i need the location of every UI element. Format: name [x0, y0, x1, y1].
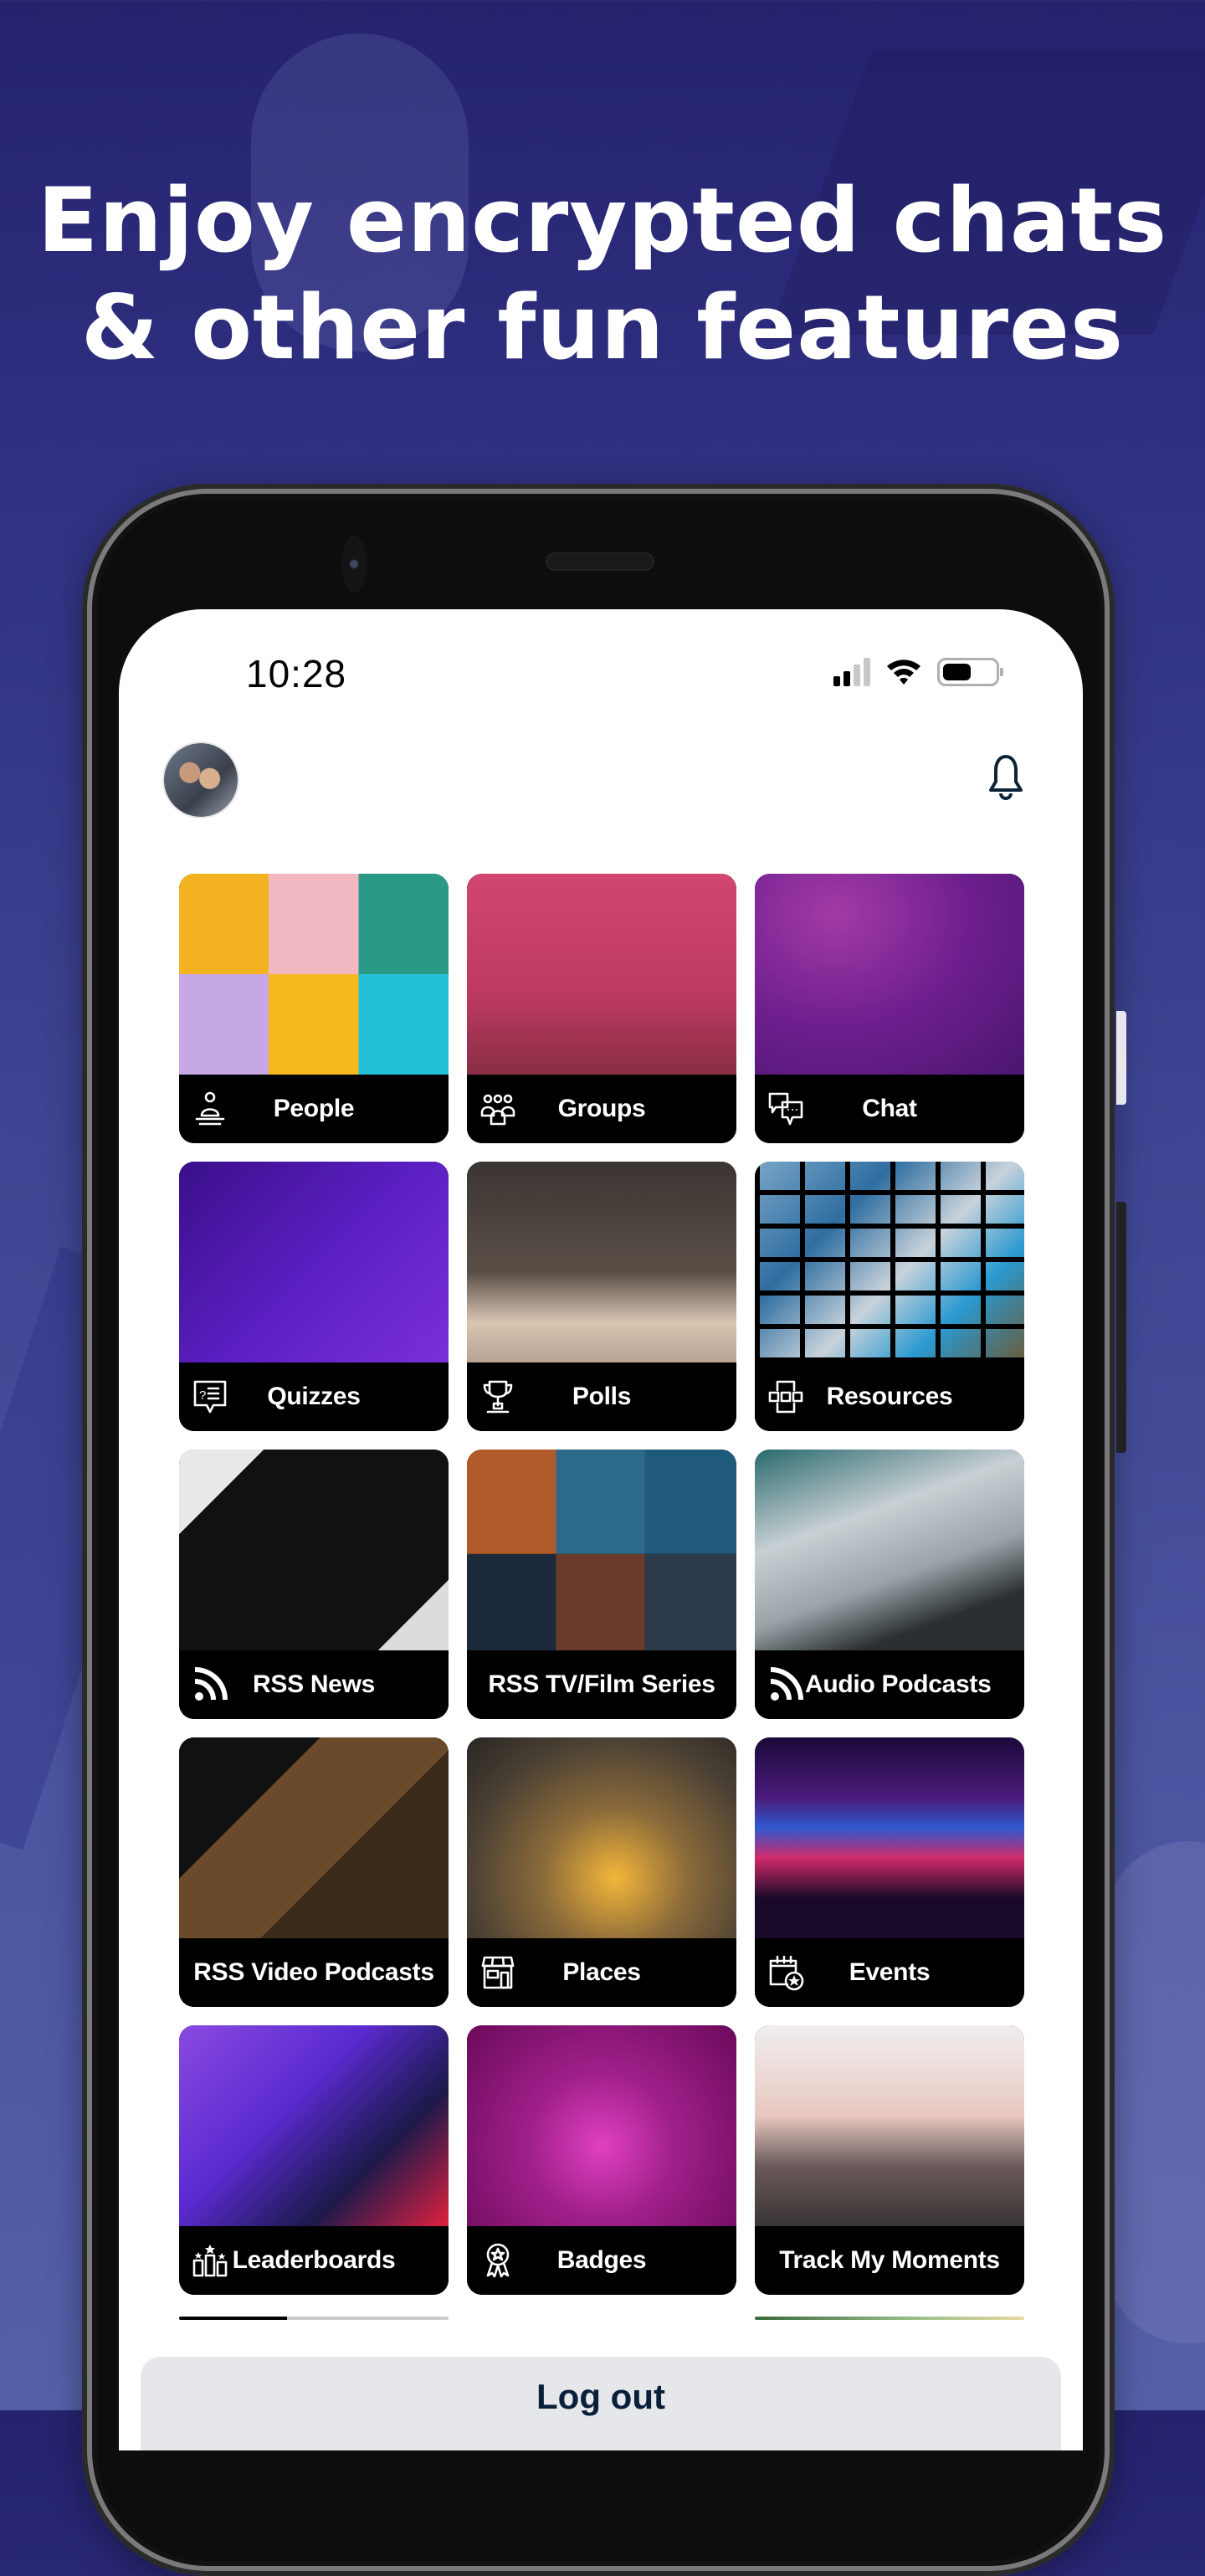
- resources-icon: [767, 1378, 805, 1416]
- tile-image: [467, 1162, 736, 1362]
- tile-label: Groups: [557, 1095, 646, 1122]
- tile-label-bar: RSS Video Podcasts: [179, 1938, 449, 2007]
- cellular-signal-icon: [833, 658, 870, 686]
- tile-label: Chat: [862, 1095, 917, 1122]
- tile-label: Polls: [572, 1383, 632, 1410]
- tile-chat[interactable]: Chat: [755, 874, 1024, 1143]
- tile-label: RSS News: [253, 1670, 375, 1698]
- badge-ribbon-icon: [479, 2241, 517, 2280]
- tile-label: Resources: [826, 1383, 953, 1410]
- battery-level: [943, 664, 971, 680]
- wifi-icon: [887, 659, 920, 685]
- tile-label-bar: People: [179, 1075, 449, 1143]
- tile-label-bar: Places: [467, 1938, 736, 2007]
- tile-rss-news[interactable]: RSS News: [179, 1450, 449, 1719]
- rss-icon: [767, 1665, 805, 1704]
- earpiece-speaker: [546, 552, 654, 571]
- tile-quizzes[interactable]: ? Quizzes: [179, 1162, 449, 1431]
- tile-label: Places: [562, 1958, 641, 1986]
- tile-label-bar: Chat: [755, 1075, 1024, 1143]
- person-podium-icon: [191, 1090, 229, 1128]
- tile-image: [755, 1737, 1024, 1938]
- group-icon: [479, 1090, 517, 1128]
- phone-side-button: [1116, 1202, 1126, 1453]
- tile-rss-tv-film-series[interactable]: RSS TV/Film Series: [467, 1450, 736, 1719]
- tile-label: Events: [849, 1958, 931, 1986]
- tile-label-bar: Badges: [467, 2226, 736, 2295]
- tile-leaderboards[interactable]: Leaderboards: [179, 2025, 449, 2295]
- tile-label-bar: RSS TV/Film Series: [467, 1650, 736, 1719]
- tile-image: [467, 2025, 736, 2226]
- phone-side-button: [1116, 1011, 1126, 1105]
- tile-image: [179, 1162, 449, 1362]
- rss-icon: [191, 1665, 229, 1704]
- feature-grid: People Groups Chat? Quizzes Polls Resources RS…: [179, 874, 1024, 2295]
- tile-rss-video-podcasts[interactable]: RSS Video Podcasts: [179, 1737, 449, 2007]
- user-avatar[interactable]: [164, 743, 238, 817]
- chat-bubbles-icon: [767, 1090, 805, 1128]
- trophy-icon: [479, 1378, 517, 1416]
- tile-label-bar: RSS News: [179, 1650, 449, 1719]
- tile-label: People: [273, 1095, 355, 1122]
- tile-image: [755, 1450, 1024, 1650]
- tile-label-bar: Events: [755, 1938, 1024, 2007]
- tile-label-bar: Resources: [755, 1362, 1024, 1431]
- headline-line-1: Enjoy encrypted chats: [37, 169, 1168, 272]
- tile-people[interactable]: People: [179, 874, 449, 1143]
- svg-text:?: ?: [199, 1388, 206, 1403]
- next-row-tile-edge: [755, 2317, 1024, 2320]
- tile-resources[interactable]: Resources: [755, 1162, 1024, 1431]
- tile-label-bar: Audio Podcasts: [755, 1650, 1024, 1719]
- tile-label: Quizzes: [267, 1383, 361, 1410]
- tile-image: [467, 874, 736, 1075]
- tile-audio-podcasts[interactable]: Audio Podcasts: [755, 1450, 1024, 1719]
- battery-icon: [937, 658, 1003, 686]
- quiz-bubble-icon: ?: [191, 1378, 229, 1416]
- storefront-icon: [479, 1953, 517, 1992]
- promo-headline: Enjoy encrypted chats & other fun featur…: [0, 167, 1205, 382]
- tile-image: [467, 1737, 736, 1938]
- status-time: 10:28: [246, 652, 347, 695]
- tile-image: [179, 1737, 449, 1938]
- next-row-tile-edge: [179, 2317, 449, 2320]
- tile-image: [179, 1450, 449, 1650]
- tile-label: Leaderboards: [232, 2246, 396, 2274]
- tile-label: RSS Video Podcasts: [193, 1958, 434, 1986]
- calendar-star-icon: [767, 1953, 805, 1992]
- tile-image: [755, 2025, 1024, 2226]
- tile-groups[interactable]: Groups: [467, 874, 736, 1143]
- status-icons: [833, 656, 1003, 686]
- tile-label-bar: Leaderboards: [179, 2226, 449, 2295]
- tile-image: [755, 1162, 1024, 1362]
- tile-polls[interactable]: Polls: [467, 1162, 736, 1431]
- tile-badges[interactable]: Badges: [467, 2025, 736, 2295]
- tile-label-bar: Polls: [467, 1362, 736, 1431]
- tile-label: RSS TV/Film Series: [488, 1670, 715, 1698]
- tile-label-bar: Groups: [467, 1075, 736, 1143]
- tile-image: [467, 1450, 736, 1650]
- front-camera: [341, 536, 367, 593]
- tile-label: Audio Podcasts: [805, 1670, 992, 1698]
- tile-label-bar: ? Quizzes: [179, 1362, 449, 1431]
- tile-image: [179, 2025, 449, 2226]
- background-decoration: [1105, 1841, 1205, 2343]
- tile-label: Track My Moments: [779, 2246, 1000, 2274]
- app-screen: 10:28 People Groups Chat? Quizzes Polls Resou…: [119, 609, 1083, 2450]
- tile-image: [179, 874, 449, 1075]
- tile-events[interactable]: Events: [755, 1737, 1024, 2007]
- tile-image: [755, 874, 1024, 1075]
- tile-label-bar: Track My Moments: [755, 2226, 1024, 2295]
- bell-icon[interactable]: [984, 753, 1028, 803]
- leaderboard-icon: [191, 2241, 229, 2280]
- logout-button[interactable]: Log out: [141, 2357, 1061, 2450]
- headline-line-2: & other fun features: [80, 276, 1125, 379]
- tile-places[interactable]: Places: [467, 1737, 736, 2007]
- tile-label: Badges: [556, 2246, 647, 2274]
- tile-track-my-moments[interactable]: Track My Moments: [755, 2025, 1024, 2295]
